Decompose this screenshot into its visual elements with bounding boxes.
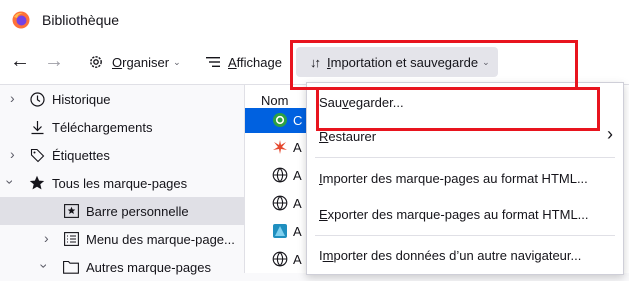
download-icon xyxy=(29,119,45,135)
chevron-down-icon: ⌄ xyxy=(173,56,181,67)
sidebar-item-tags[interactable]: › Étiquettes xyxy=(0,141,244,169)
chevron-right-icon: › xyxy=(607,124,613,144)
menu-item-label: Sauvegarder... xyxy=(319,94,404,110)
chevron-down-icon: ⌄ xyxy=(482,56,490,67)
forward-arrow-icon[interactable]: → xyxy=(44,50,64,73)
sidebar-item-other-bookmarks[interactable]: › Autres marque-pages xyxy=(0,253,244,281)
gear-icon xyxy=(90,56,102,68)
organize-label: Organiser xyxy=(112,54,170,70)
menu-item-export-html[interactable]: Exporter des marque-pages au format HTML… xyxy=(307,199,623,229)
import-backup-button[interactable]: ↓↑ Importation et sauvegarde ⌄ xyxy=(296,47,498,77)
menu-item-label: Exporter des marque-pages au format HTML… xyxy=(319,206,589,222)
menu-item-backup[interactable]: Sauvegarder... xyxy=(307,87,623,117)
sidebar-item-history[interactable]: › Historique xyxy=(0,85,244,113)
sidebar-item-all-bookmarks[interactable]: › Tous les marque-pages xyxy=(0,169,244,197)
chevron-down-icon[interactable]: › xyxy=(2,180,18,185)
back-arrow-icon[interactable]: ← xyxy=(10,50,30,73)
menu-item-import-html[interactable]: Importer des marque-pages au format HTML… xyxy=(307,163,623,193)
sort-arrows-icon: ↓↑ xyxy=(310,54,321,70)
sidebar-item-downloads[interactable]: Téléchargements xyxy=(0,113,244,141)
view-label: Affichage xyxy=(228,54,282,70)
menu-item-restore[interactable]: Restaurer › xyxy=(307,121,623,151)
menu-separator xyxy=(315,235,615,236)
list-item-label: A xyxy=(293,140,302,155)
globe-icon xyxy=(272,195,288,211)
globe-icon xyxy=(272,251,288,267)
library-sidebar: › Historique Téléchargements › Étiquette… xyxy=(0,85,244,275)
view-list-icon xyxy=(206,57,220,67)
window-title: Bibliothèque xyxy=(42,12,120,28)
sidebar-item-label: Barre personnelle xyxy=(86,204,189,219)
library-toolbar: ← → Organiser ⌄ Affichage ↓↑ Importation… xyxy=(0,40,629,85)
menu-list-icon xyxy=(63,231,79,247)
column-header-name[interactable]: Nom xyxy=(261,93,288,108)
sidebar-item-label: Téléchargements xyxy=(52,120,153,135)
list-item-label: C xyxy=(293,113,303,128)
list-item-label: A xyxy=(293,168,302,183)
menu-item-import-other-browser[interactable]: Importer des données d’un autre navigate… xyxy=(307,240,623,270)
star-icon xyxy=(29,175,45,191)
sidebar-item-bookmarks-toolbar[interactable]: Barre personnelle xyxy=(0,197,244,225)
menu-item-label: Restaurer xyxy=(319,128,377,144)
list-item-label: A xyxy=(293,196,302,211)
view-button[interactable]: Affichage xyxy=(206,40,282,84)
clock-icon xyxy=(29,91,45,107)
sidebar-item-label: Étiquettes xyxy=(52,148,110,163)
chevron-right-icon[interactable]: › xyxy=(10,146,15,162)
sidebar-item-label: Historique xyxy=(52,92,111,107)
site-favicon-icon xyxy=(273,224,287,238)
site-favicon-icon xyxy=(273,113,287,127)
sidebar-item-bookmarks-menu[interactable]: › Menu des marque-page... xyxy=(0,225,244,253)
chevron-down-icon[interactable]: › xyxy=(36,264,52,269)
title-bar: Bibliothèque xyxy=(0,0,629,40)
sidebar-item-label: Tous les marque-pages xyxy=(52,176,188,191)
sidebar-item-label: Menu des marque-page... xyxy=(86,232,235,247)
import-backup-label: Importation et sauvegarde xyxy=(327,54,479,70)
import-backup-menu: Sauvegarder... Restaurer › Importer des … xyxy=(306,82,624,275)
organize-button[interactable]: Organiser ⌄ xyxy=(88,40,181,84)
chevron-right-icon[interactable]: › xyxy=(10,90,15,106)
chevron-right-icon[interactable]: › xyxy=(44,230,49,246)
bookmark-toolbar-icon xyxy=(63,203,79,219)
site-favicon-icon xyxy=(273,140,287,154)
list-item-label: A xyxy=(293,252,302,267)
globe-icon xyxy=(272,167,288,183)
menu-item-label: Importer des données d’un autre navigate… xyxy=(319,247,582,263)
menu-separator xyxy=(315,157,615,158)
tag-icon xyxy=(29,147,45,163)
firefox-logo-icon xyxy=(12,11,30,29)
menu-item-label: Importer des marque-pages au format HTML… xyxy=(319,170,588,186)
list-item-label: A xyxy=(293,224,302,239)
